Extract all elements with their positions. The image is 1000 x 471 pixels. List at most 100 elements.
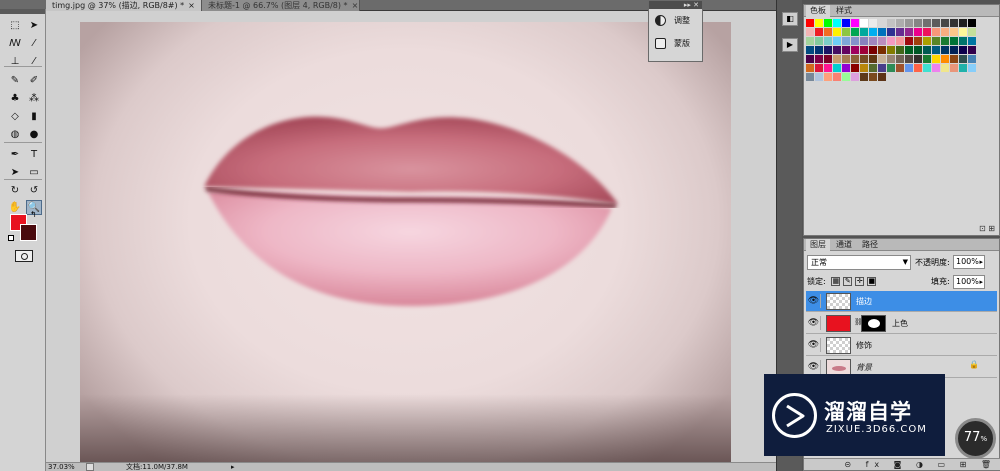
- color-swatch[interactable]: [806, 28, 814, 36]
- healing-tool-icon[interactable]: ✎: [7, 73, 23, 88]
- color-swatch[interactable]: [815, 19, 823, 27]
- color-swatch[interactable]: [887, 64, 895, 72]
- color-swatch[interactable]: [941, 64, 949, 72]
- color-swatch[interactable]: [887, 19, 895, 27]
- status-icon[interactable]: [86, 463, 94, 471]
- color-swatch[interactable]: [869, 46, 877, 54]
- layer-row[interactable]: 👁 描边: [806, 291, 997, 312]
- color-swatch[interactable]: [932, 46, 940, 54]
- canvas-area[interactable]: [46, 11, 776, 464]
- color-swatch[interactable]: [869, 37, 877, 45]
- dodge-tool-icon[interactable]: ●: [26, 127, 42, 142]
- color-swatch[interactable]: [887, 46, 895, 54]
- color-swatch[interactable]: [815, 73, 823, 81]
- color-swatch[interactable]: [914, 19, 922, 27]
- color-swatch[interactable]: [824, 55, 832, 63]
- history-brush-tool-icon[interactable]: ⁂: [26, 91, 42, 106]
- brush-tool-icon[interactable]: ✐: [26, 73, 42, 88]
- color-swatch[interactable]: [824, 64, 832, 72]
- color-swatch[interactable]: [914, 55, 922, 63]
- color-swatch[interactable]: [950, 46, 958, 54]
- color-swatch[interactable]: [905, 37, 913, 45]
- color-swatch[interactable]: [968, 37, 976, 45]
- color-swatch[interactable]: [851, 55, 859, 63]
- color-swatch[interactable]: [959, 28, 967, 36]
- color-swatch[interactable]: [968, 28, 976, 36]
- color-swatch[interactable]: [887, 55, 895, 63]
- move-tool-icon[interactable]: ⬚: [7, 18, 23, 33]
- color-swatch[interactable]: [824, 46, 832, 54]
- color-swatch[interactable]: [941, 28, 949, 36]
- color-swatch[interactable]: [968, 55, 976, 63]
- lock-all-icon[interactable]: ■: [867, 277, 877, 286]
- color-swatch[interactable]: [923, 19, 931, 27]
- close-icon[interactable]: ×: [188, 1, 195, 10]
- color-swatch[interactable]: [878, 37, 886, 45]
- color-swatch[interactable]: [905, 55, 913, 63]
- color-swatch[interactable]: [950, 28, 958, 36]
- color-swatch[interactable]: [878, 55, 886, 63]
- color-swatch[interactable]: [851, 46, 859, 54]
- type-tool-icon[interactable]: T: [26, 147, 42, 162]
- color-swatch[interactable]: [950, 64, 958, 72]
- color-swatch[interactable]: [869, 19, 877, 27]
- color-swatch[interactable]: [887, 28, 895, 36]
- eraser-tool-icon[interactable]: ◇: [7, 109, 23, 124]
- blur-tool-icon[interactable]: ◍: [7, 127, 23, 142]
- zoom-level[interactable]: 37.03%: [48, 463, 75, 471]
- color-swatch[interactable]: [896, 28, 904, 36]
- color-swatch[interactable]: [869, 73, 877, 81]
- shape-tool-icon[interactable]: ▭: [26, 165, 42, 180]
- color-swatch[interactable]: [941, 37, 949, 45]
- color-swatch[interactable]: [923, 37, 931, 45]
- color-swatch[interactable]: [923, 55, 931, 63]
- layer-row[interactable]: 👁 ⛓ 上色: [806, 313, 997, 334]
- 3d-rotate-tool-icon[interactable]: ↻: [7, 183, 23, 198]
- color-swatch[interactable]: [959, 46, 967, 54]
- color-swatch[interactable]: [860, 28, 868, 36]
- color-swatch[interactable]: [833, 46, 841, 54]
- color-swatch[interactable]: [842, 28, 850, 36]
- color-swatch[interactable]: [860, 46, 868, 54]
- dock-actions-icon[interactable]: ▶: [782, 38, 798, 52]
- layer-mask-thumbnail[interactable]: [861, 315, 886, 332]
- pen-tool-icon[interactable]: ✒: [7, 147, 23, 162]
- color-swatch[interactable]: [806, 55, 814, 63]
- color-swatch[interactable]: [878, 73, 886, 81]
- lock-transparency-icon[interactable]: ▦: [831, 277, 841, 286]
- color-swatch[interactable]: [824, 73, 832, 81]
- lasso-tool-icon[interactable]: ꟿ: [7, 36, 23, 51]
- tab-untitled-1[interactable]: 未标题-1 @ 66.7% (图层 4, RGB/8) * ×: [202, 0, 360, 11]
- color-swatch[interactable]: [878, 28, 886, 36]
- color-swatch[interactable]: [806, 73, 814, 81]
- color-swatch[interactable]: [878, 46, 886, 54]
- color-swatch[interactable]: [860, 55, 868, 63]
- color-swatch[interactable]: [833, 73, 841, 81]
- color-swatch[interactable]: [833, 64, 841, 72]
- color-swatch[interactable]: [815, 55, 823, 63]
- color-swatch[interactable]: [851, 73, 859, 81]
- tab-timg[interactable]: timg.jpg @ 37% (描边, RGB/8#) * ×: [46, 0, 202, 11]
- color-swatch[interactable]: [959, 64, 967, 72]
- color-swatch[interactable]: [860, 73, 868, 81]
- color-swatch[interactable]: [896, 46, 904, 54]
- color-swatch[interactable]: [860, 19, 868, 27]
- 3d-orbit-tool-icon[interactable]: ↺: [26, 183, 42, 198]
- color-swatch[interactable]: [824, 37, 832, 45]
- adjustments-button[interactable]: 调整: [649, 9, 702, 32]
- color-swatch[interactable]: [806, 37, 814, 45]
- color-swatch[interactable]: [941, 55, 949, 63]
- status-arrow-icon[interactable]: ▸: [231, 463, 235, 471]
- mini-panel-header[interactable]: ▸▸ ✕: [649, 1, 702, 9]
- color-swatch[interactable]: [887, 37, 895, 45]
- lock-pixels-icon[interactable]: ✎: [843, 277, 853, 286]
- color-swatch[interactable]: [815, 64, 823, 72]
- background-color-swatch[interactable]: [20, 224, 37, 241]
- path-select-tool-icon[interactable]: ➤: [7, 165, 23, 180]
- color-swatch[interactable]: [824, 19, 832, 27]
- color-swatch[interactable]: [842, 19, 850, 27]
- color-swatch[interactable]: [860, 37, 868, 45]
- color-swatch[interactable]: [905, 46, 913, 54]
- quick-mask-icon[interactable]: [15, 250, 33, 262]
- layers-footer[interactable]: ⊝ fx ◙ ◑ ▭ ⊞ 🗑: [804, 458, 1000, 470]
